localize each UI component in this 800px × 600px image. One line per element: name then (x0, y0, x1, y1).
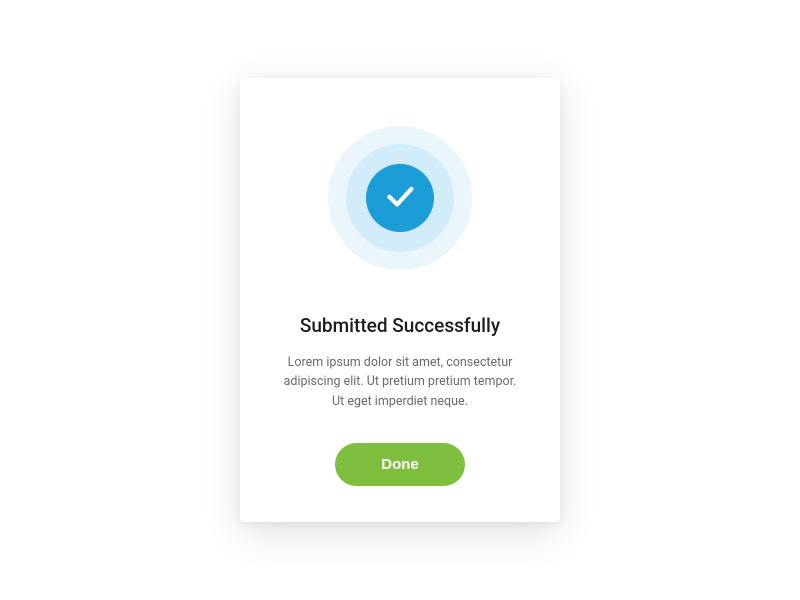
modal-title: Submitted Successfully (276, 314, 524, 337)
success-modal: Submitted Successfully Lorem ipsum dolor… (240, 78, 560, 522)
icon-ring-outer (328, 126, 472, 270)
checkmark-icon (383, 179, 417, 217)
icon-ring-mid (346, 144, 454, 252)
modal-description: Lorem ipsum dolor sit amet, consectetur … (276, 353, 524, 411)
done-button[interactable]: Done (335, 443, 465, 486)
icon-ring-inner (366, 164, 434, 232)
success-icon-wrap (276, 126, 524, 270)
